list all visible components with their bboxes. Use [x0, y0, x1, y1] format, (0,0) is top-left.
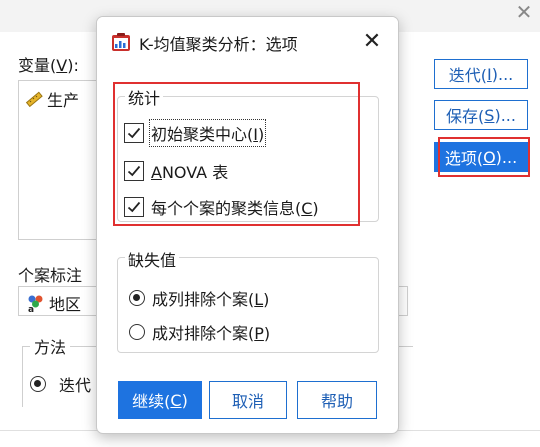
radio-dot [129, 290, 145, 306]
method-legend: 方法 [30, 334, 71, 358]
pairwise-radio[interactable]: 成对排除个案(P) [129, 320, 270, 344]
spss-app-icon [112, 33, 130, 51]
svg-text:a: a [28, 305, 34, 313]
checkbox-box [124, 161, 144, 181]
case-label-item: a 地区 [25, 291, 81, 315]
radio-dot [129, 324, 145, 340]
radio-dot [30, 376, 46, 392]
ruler-icon [25, 91, 43, 108]
parent-close-icon[interactable]: ✕ [512, 0, 536, 24]
missing-values-legend: 缺失值 [125, 247, 180, 271]
iterate-button[interactable]: 迭代(I)... [434, 59, 528, 89]
list-item[interactable]: 生产 [25, 87, 79, 111]
save-button[interactable]: 保存(S)... [434, 100, 528, 130]
checkmark-icon [127, 165, 141, 177]
variables-list[interactable]: 生产 [18, 80, 100, 240]
help-button[interactable]: 帮助 [297, 381, 377, 419]
nominal-variable-icon: a [28, 295, 43, 313]
continue-button[interactable]: 继续(C) [118, 381, 202, 419]
checkmark-icon [127, 127, 141, 139]
case-label-label: 个案标注 [18, 266, 83, 285]
options-highlight-box [438, 137, 530, 177]
checkbox-box [124, 197, 144, 217]
checkbox-box [124, 123, 144, 143]
screen: ✕ 变量(V): 生产 迭代(I)... 保存(S)... 选项(O)... 个… [0, 0, 540, 447]
variable-name: 生产 [47, 91, 80, 110]
anova-table-checkbox[interactable]: ANOVA 表 [124, 159, 228, 183]
statistics-legend: 统计 [125, 85, 164, 109]
close-icon[interactable]: ✕ [357, 27, 387, 57]
variables-label: 变量(V): [18, 56, 79, 75]
cancel-button[interactable]: 取消 [209, 381, 287, 419]
checkmark-icon [127, 201, 141, 213]
method-iterate-radio[interactable]: 迭代 [30, 372, 91, 396]
initial-centers-checkbox[interactable]: 初始聚类中心(I) [124, 119, 267, 147]
cluster-info-checkbox[interactable]: 每个个案的聚类信息(C) [124, 195, 319, 219]
dialog-title-bar[interactable]: K-均值聚类分析：选项 ✕ [97, 17, 398, 67]
kmeans-options-dialog: K-均值聚类分析：选项 ✕ 统计 初始聚类中心(I) ANOVA 表 每个个案的… [96, 16, 399, 434]
listwise-radio[interactable]: 成列排除个案(L) [129, 286, 269, 310]
dialog-title: K-均值聚类分析：选项 [139, 35, 298, 54]
